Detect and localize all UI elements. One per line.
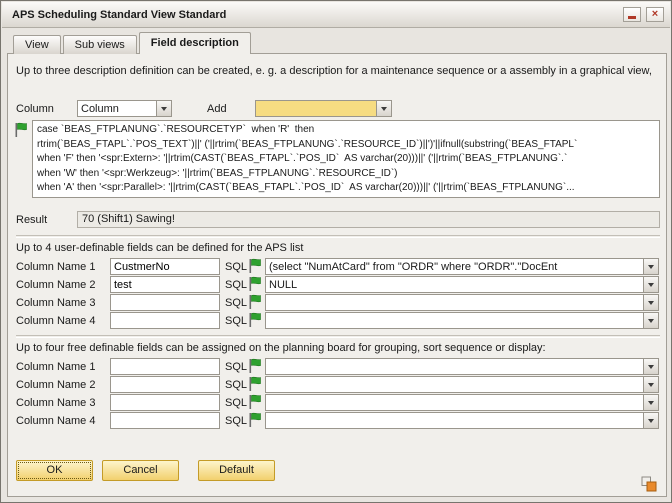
column-dropdown-value: Column <box>81 102 154 116</box>
board-row-2: Column Name 2 SQL <box>8 376 666 394</box>
sql-flag-icon[interactable] <box>248 376 262 392</box>
sql-dropdown[interactable] <box>265 394 659 411</box>
tab-sub-views[interactable]: Sub views <box>63 35 137 54</box>
column-name-input[interactable] <box>110 358 220 375</box>
minimize-button[interactable] <box>623 7 641 22</box>
column-label: Column <box>16 103 54 115</box>
add-dropdown[interactable] <box>255 100 392 117</box>
sql-dropdown[interactable]: (select "NumAtCard" from "ORDR" where "O… <box>265 258 659 275</box>
chevron-down-icon <box>156 101 171 116</box>
sql-label: SQL <box>225 361 247 373</box>
column-name-label: Column Name 3 <box>16 297 95 309</box>
chevron-down-icon <box>643 359 658 374</box>
cancel-button[interactable]: Cancel <box>102 460 179 481</box>
sql-dropdown[interactable]: NULL <box>265 276 659 293</box>
result-field: 70 (Shift1) Sawing! <box>77 211 660 228</box>
sql-label: SQL <box>225 261 247 273</box>
aps-row-2: Column Name 2 SQL NULL <box>8 276 666 294</box>
aps-row-3: Column Name 3 SQL <box>8 294 666 312</box>
sql-dropdown-value: NULL <box>269 278 641 292</box>
board-row-3: Column Name 3 SQL <box>8 394 666 412</box>
chevron-down-icon <box>643 377 658 392</box>
column-name-label: Column Name 1 <box>16 361 95 373</box>
aps-row-1: Column Name 1 SQL (select "NumAtCard" fr… <box>8 258 666 276</box>
sql-flag-icon[interactable] <box>248 394 262 410</box>
column-name-label: Column Name 3 <box>16 397 95 409</box>
minimize-icon <box>628 16 636 19</box>
board-row-4: Column Name 4 SQL <box>8 412 666 430</box>
result-label: Result <box>16 214 47 226</box>
chevron-down-icon <box>643 259 658 274</box>
sql-dropdown[interactable] <box>265 412 659 429</box>
description-intro-text: Up to three description definition can b… <box>16 64 658 78</box>
column-name-label: Column Name 4 <box>16 415 95 427</box>
sql-flag-icon[interactable] <box>248 358 262 374</box>
chevron-down-icon <box>643 413 658 428</box>
close-button[interactable]: × <box>646 7 664 22</box>
sql-dropdown[interactable] <box>265 358 659 375</box>
sql-label: SQL <box>225 379 247 391</box>
sql-label: SQL <box>225 397 247 409</box>
sql-flag-icon[interactable] <box>248 312 262 328</box>
column-name-input[interactable] <box>110 312 220 329</box>
sql-flag-icon[interactable] <box>248 294 262 310</box>
default-button[interactable]: Default <box>198 460 275 481</box>
board-row-1: Column Name 1 SQL <box>8 358 666 376</box>
aps-scheduling-dialog: APS Scheduling Standard View Standard × … <box>0 0 672 503</box>
sql-flag-icon[interactable] <box>248 276 262 292</box>
column-name-input[interactable] <box>110 276 220 293</box>
chevron-down-icon <box>643 295 658 310</box>
tab-panel: Up to three description definition can b… <box>7 53 667 497</box>
tab-field-description[interactable]: Field description <box>139 32 251 54</box>
expand-form-icon[interactable] <box>641 476 657 492</box>
sql-label: SQL <box>225 415 247 427</box>
sql-label: SQL <box>225 297 247 309</box>
column-name-label: Column Name 4 <box>16 315 95 327</box>
sql-dropdown[interactable] <box>265 294 659 311</box>
column-name-input[interactable] <box>110 394 220 411</box>
column-name-label: Column Name 2 <box>16 379 95 391</box>
section-divider <box>16 335 660 337</box>
aps-row-4: Column Name 4 SQL <box>8 312 666 330</box>
sql-dropdown[interactable] <box>265 376 659 393</box>
ok-button[interactable]: OK <box>16 460 93 481</box>
column-name-input[interactable] <box>110 258 220 275</box>
sql-label: SQL <box>225 279 247 291</box>
sql-flag-icon[interactable] <box>248 258 262 274</box>
chevron-down-icon <box>376 101 391 116</box>
chevron-down-icon <box>643 395 658 410</box>
close-icon: × <box>652 9 658 20</box>
sql-dropdown[interactable] <box>265 312 659 329</box>
window-title: APS Scheduling Standard View Standard <box>12 9 618 21</box>
sql-flag-icon[interactable] <box>248 412 262 428</box>
chevron-down-icon <box>643 277 658 292</box>
column-dropdown[interactable]: Column <box>77 100 172 117</box>
tab-bar: View Sub views Field description <box>13 32 253 54</box>
title-bar[interactable]: APS Scheduling Standard View Standard × <box>2 2 670 28</box>
sql-dropdown-value: (select "NumAtCard" from "ORDR" where "O… <box>269 260 641 274</box>
description-code-editor[interactable]: case `BEAS_FTPLANUNG`.`RESOURCETYP` when… <box>32 120 660 198</box>
column-name-label: Column Name 1 <box>16 261 95 273</box>
board-intro-text: Up to four free definable fields can be … <box>16 341 658 355</box>
sql-label: SQL <box>225 315 247 327</box>
column-name-input[interactable] <box>110 412 220 429</box>
chevron-down-icon <box>643 313 658 328</box>
description-flag-icon[interactable] <box>14 122 28 138</box>
add-label: Add <box>207 103 227 115</box>
tab-view[interactable]: View <box>13 35 61 54</box>
section-divider <box>16 235 660 237</box>
column-name-input[interactable] <box>110 376 220 393</box>
aps-intro-text: Up to 4 user-definable fields can be def… <box>16 241 658 255</box>
column-name-label: Column Name 2 <box>16 279 95 291</box>
column-name-input[interactable] <box>110 294 220 311</box>
